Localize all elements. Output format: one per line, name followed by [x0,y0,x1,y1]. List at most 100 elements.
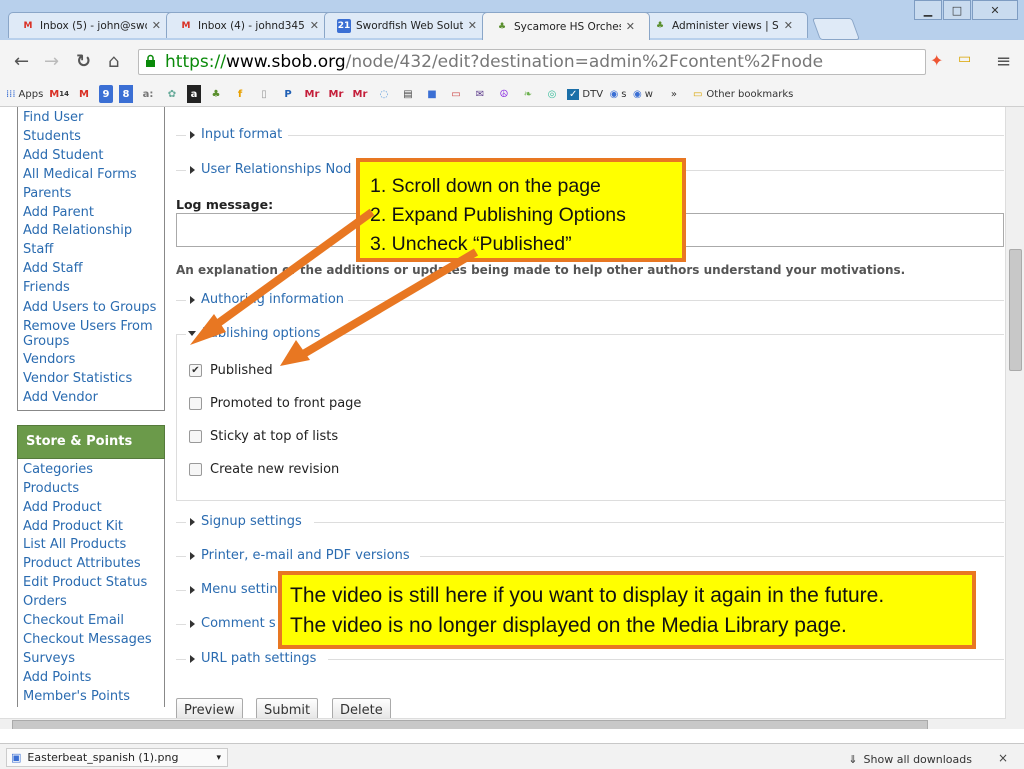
maximize-icon[interactable]: □ [943,0,971,20]
bookmarks-overflow[interactable]: » [665,85,683,103]
menu-checkout-messages[interactable]: Checkout Messages [23,631,164,650]
s-bookmark[interactable]: ◉ s [609,85,627,103]
tab-swordfish[interactable]: 21 Swordfish Web Solutio ✕ [324,12,492,38]
menu-add-staff[interactable]: Add Staff [23,260,164,279]
menu-friends[interactable]: Friends [23,279,164,298]
new-tab-button[interactable] [811,18,861,40]
mr-icon[interactable]: Mr [327,85,345,103]
minimize-icon[interactable]: ▁ [914,0,942,20]
menu-edit-product-status[interactable]: Edit Product Status [23,574,164,593]
paypal-icon[interactable]: P [279,85,297,103]
tab-sycamore-active[interactable]: ♣ Sycamore HS Orchestr ✕ [482,12,650,40]
close-icon[interactable]: ✕ [310,19,319,32]
menu-surveys[interactable]: Surveys [23,650,164,669]
w-bookmark[interactable]: ◉ w [633,85,653,103]
fieldset-menu[interactable]: Menu settin [190,582,278,597]
fieldset-printer[interactable]: Printer, e-mail and PDF versions [190,548,410,563]
menu-orders[interactable]: Orders [23,593,164,612]
dropdown-arrow-icon[interactable]: ▾ [216,753,221,763]
gmail-icon[interactable]: M [75,85,93,103]
menu-checkout-email[interactable]: Checkout Email [23,612,164,631]
bookmark-icon[interactable]: ☮ [495,85,513,103]
apps-shortcut[interactable]: ⁞⁞⁞ Apps [6,85,43,103]
sticky-checkbox[interactable] [189,430,202,443]
amazon-icon[interactable]: a [187,85,201,103]
menu-students[interactable]: Students [23,128,164,147]
menu-members-points[interactable]: Member's Points [23,688,164,707]
menu-add-product-kit[interactable]: Add Product Kit [23,518,164,537]
menu-add-relationship[interactable]: Add Relationship [23,222,164,241]
menu-remove-users-from-groups[interactable]: Remove Users From Groups [23,317,164,351]
leaf-icon[interactable]: ❧ [519,85,537,103]
menu-vendor-statistics[interactable]: Vendor Statistics [23,370,164,389]
published-checkbox[interactable]: ✔ [189,364,202,377]
bookmark-icon[interactable]: ▤ [399,85,417,103]
menu-add-student[interactable]: Add Student [23,147,164,166]
close-icon[interactable]: ✕ [468,19,477,32]
tab-gmail-inbox-1[interactable]: M Inbox (5) - john@swor ✕ [8,12,176,38]
extension-icon[interactable]: ▭ [958,51,971,67]
fieldset-authoring[interactable]: Authoring information [190,292,344,307]
menu-icon[interactable]: ≡ [996,51,1011,72]
menu-find-user[interactable]: Find User [23,109,164,128]
facebook-icon[interactable]: f [231,85,249,103]
close-icon[interactable]: ✕ [784,19,793,32]
vertical-scrollbar[interactable] [1005,107,1024,729]
sticky-option[interactable]: Sticky at top of lists [189,429,338,444]
menu-product-attributes[interactable]: Product Attributes [23,555,164,574]
menu-add-product[interactable]: Add Product [23,499,164,518]
menu-add-users-to-groups[interactable]: Add Users to Groups [23,298,164,317]
bookmark-icon[interactable]: a: [139,85,157,103]
close-icon[interactable]: ✕ [626,20,635,33]
sbob-icon[interactable]: ♣ [207,85,225,103]
bookmark-icon[interactable]: ✿ [163,85,181,103]
close-download-shelf[interactable]: × [998,751,1008,765]
bookmark-icon[interactable]: ▭ [447,85,465,103]
menu-products[interactable]: Products [23,480,164,499]
fieldset-signup[interactable]: Signup settings [190,514,302,529]
tab-gmail-inbox-2[interactable]: M Inbox (4) - johnd3452 ✕ [166,12,334,38]
fieldset-user-relationships[interactable]: User Relationships Nod [190,162,351,177]
promoted-checkbox[interactable] [189,397,202,410]
horizontal-scrollbar[interactable] [0,718,1006,729]
menu-add-points[interactable]: Add Points [23,669,164,688]
download-item[interactable]: ▣ Easterbeat_spanish (1).png ▾ [6,748,228,767]
menu-all-medical-forms[interactable]: All Medical Forms [23,166,164,185]
menu-list-all-products[interactable]: List All Products [23,536,164,555]
bookmark-icon[interactable]: ■ [423,85,441,103]
fieldset-comment[interactable]: Comment s [190,616,276,631]
scrollbar-thumb[interactable] [12,720,928,729]
page-icon[interactable]: ▯ [255,85,273,103]
new-revision-checkbox[interactable] [189,463,202,476]
address-bar[interactable]: https://www.sbob.org/node/432/edit?desti… [138,49,926,75]
menu-staff[interactable]: Staff [23,241,164,260]
mr-icon[interactable]: Mr [351,85,369,103]
chat-icon[interactable]: ◌ [375,85,393,103]
scrollbar-thumb[interactable] [1009,249,1022,371]
fieldset-url-path[interactable]: URL path settings [190,651,316,666]
mr-icon[interactable]: Mr [303,85,321,103]
window-close-icon[interactable]: ✕ [972,0,1018,20]
fieldset-input-format[interactable]: Input format [190,127,282,142]
show-all-downloads[interactable]: ⇓ Show all downloads [848,753,972,766]
menu-categories[interactable]: Categories [23,461,164,480]
back-icon[interactable]: ← [14,51,29,72]
dtv-bookmark[interactable]: ✓ DTV [567,85,603,103]
menu-parents[interactable]: Parents [23,185,164,204]
calendar-bookmark[interactable]: 9 [99,85,113,103]
home-icon[interactable]: ⌂ [108,51,119,72]
close-icon[interactable]: ✕ [152,19,161,32]
other-bookmarks[interactable]: ▭ Other bookmarks [693,85,793,103]
mail-icon[interactable]: ✉ [471,85,489,103]
forward-icon[interactable]: → [44,51,59,72]
menu-vendors[interactable]: Vendors [23,351,164,370]
bookmark-icon[interactable]: ◎ [543,85,561,103]
published-option[interactable]: ✔ Published [189,363,273,378]
reload-icon[interactable]: ↻ [76,51,91,72]
extension-color-icon[interactable]: ✦ [930,51,943,70]
docs-icon[interactable]: 8 [119,85,133,103]
gmail-bookmark[interactable]: M 14 [49,85,69,103]
new-revision-option[interactable]: Create new revision [189,462,339,477]
menu-add-vendor[interactable]: Add Vendor [23,389,164,408]
menu-add-parent[interactable]: Add Parent [23,204,164,223]
